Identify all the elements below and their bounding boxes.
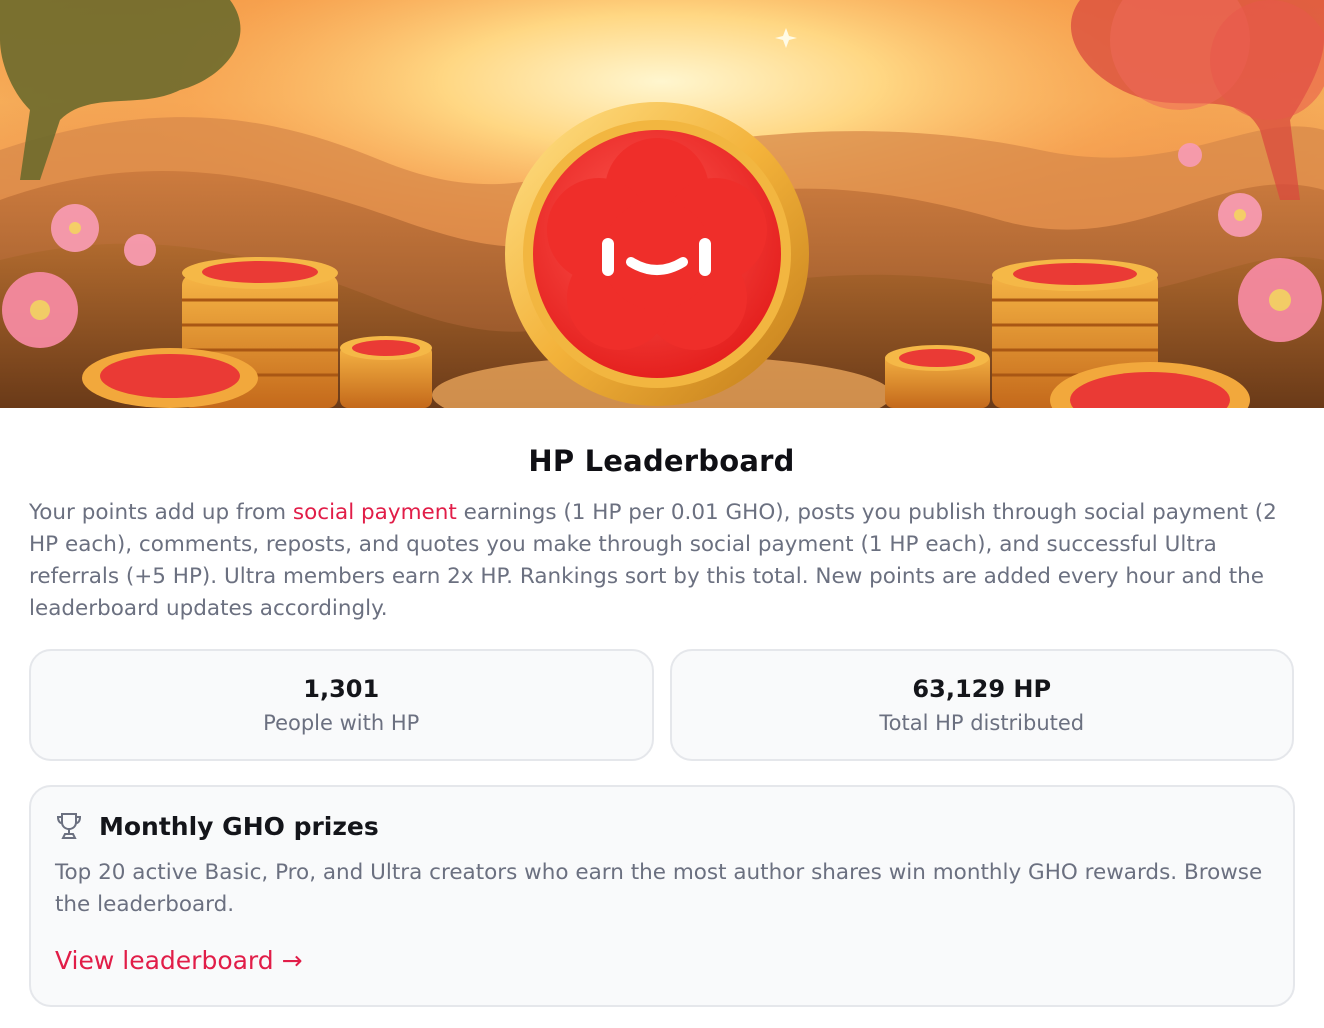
hero-banner (0, 0, 1324, 408)
stats-row: 1,301 People with HP 63,129 HP Total HP … (29, 649, 1294, 761)
prize-header: Monthly GHO prizes (55, 807, 1269, 845)
stat-card-total-hp: 63,129 HP Total HP distributed (669, 649, 1294, 761)
stat-value-people: 1,301 (303, 675, 380, 703)
hero-illustration (0, 0, 1324, 408)
prize-description: Top 20 active Basic, Pro, and Ultra crea… (55, 860, 1263, 917)
description-text-start: Your points add up from (29, 500, 293, 525)
view-leaderboard-link[interactable]: View leaderboard → (55, 946, 303, 975)
stat-value-total-hp: 63,129 HP (912, 675, 1052, 703)
page-description: Your points add up from social payment e… (29, 497, 1295, 625)
main-content: HP Leaderboard Your points add up from s… (0, 442, 1324, 1007)
monthly-prizes-card: Monthly GHO prizes Top 20 active Basic, … (29, 785, 1295, 1007)
trophy-icon (55, 811, 83, 841)
page-title: HP Leaderboard (528, 444, 795, 478)
social-payment-link[interactable]: social payment (293, 500, 457, 525)
stat-label-people: People with HP (263, 711, 420, 735)
prize-title: Monthly GHO prizes (99, 811, 379, 841)
stat-label-total-hp: Total HP distributed (879, 711, 1085, 735)
stat-card-people: 1,301 People with HP (29, 649, 654, 761)
